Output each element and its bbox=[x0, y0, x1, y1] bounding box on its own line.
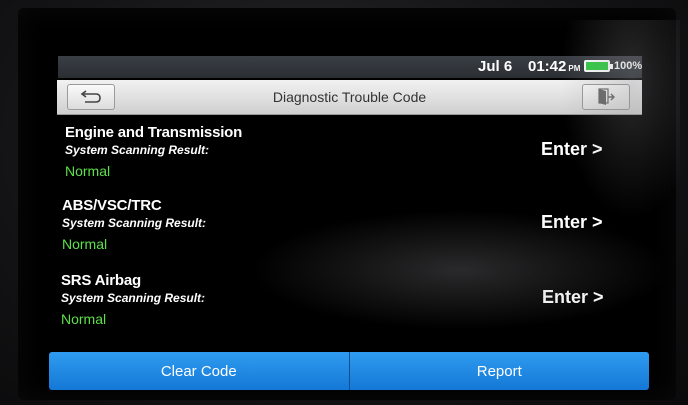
system-result-label: System Scanning Result: bbox=[65, 143, 210, 157]
status-time: 01:42 PM bbox=[528, 58, 580, 75]
exit-icon bbox=[598, 88, 615, 105]
report-button[interactable]: Report bbox=[350, 352, 650, 390]
enter-button-srs[interactable]: Enter > bbox=[542, 287, 604, 308]
system-result-label: System Scanning Result: bbox=[62, 216, 207, 230]
system-name: SRS Airbag bbox=[61, 272, 141, 289]
system-row-engine: Engine and Transmission System Scanning … bbox=[65, 124, 242, 179]
system-name: Engine and Transmission bbox=[65, 124, 243, 141]
system-status: Normal bbox=[65, 163, 111, 179]
title-bar: Diagnostic Trouble Code bbox=[57, 80, 642, 115]
system-status: Normal bbox=[61, 311, 107, 327]
system-status: Normal bbox=[62, 236, 108, 252]
system-result-label: System Scanning Result: bbox=[61, 291, 206, 305]
exit-button[interactable] bbox=[582, 84, 630, 110]
bottom-action-bar: Clear Code Report bbox=[49, 352, 649, 390]
status-date: Jul 6 bbox=[478, 58, 513, 75]
battery-percent: 100% bbox=[614, 60, 643, 72]
page-title: Diagnostic Trouble Code bbox=[272, 89, 427, 105]
enter-button-abs[interactable]: Enter > bbox=[541, 212, 603, 233]
system-name: ABS/VSC/TRC bbox=[62, 197, 162, 214]
clear-code-button[interactable]: Clear Code bbox=[49, 352, 349, 390]
enter-button-engine[interactable]: Enter > bbox=[541, 139, 603, 160]
system-row-abs: ABS/VSC/TRC System Scanning Result: Norm… bbox=[62, 197, 206, 252]
status-bar: Jul 6 01:42 PM 100% bbox=[58, 56, 642, 78]
status-time-value: 01:42 bbox=[528, 58, 567, 75]
battery-icon bbox=[584, 60, 613, 72]
system-row-srs: SRS Airbag System Scanning Result: Norma… bbox=[61, 272, 205, 327]
status-ampm: PM bbox=[568, 64, 581, 73]
